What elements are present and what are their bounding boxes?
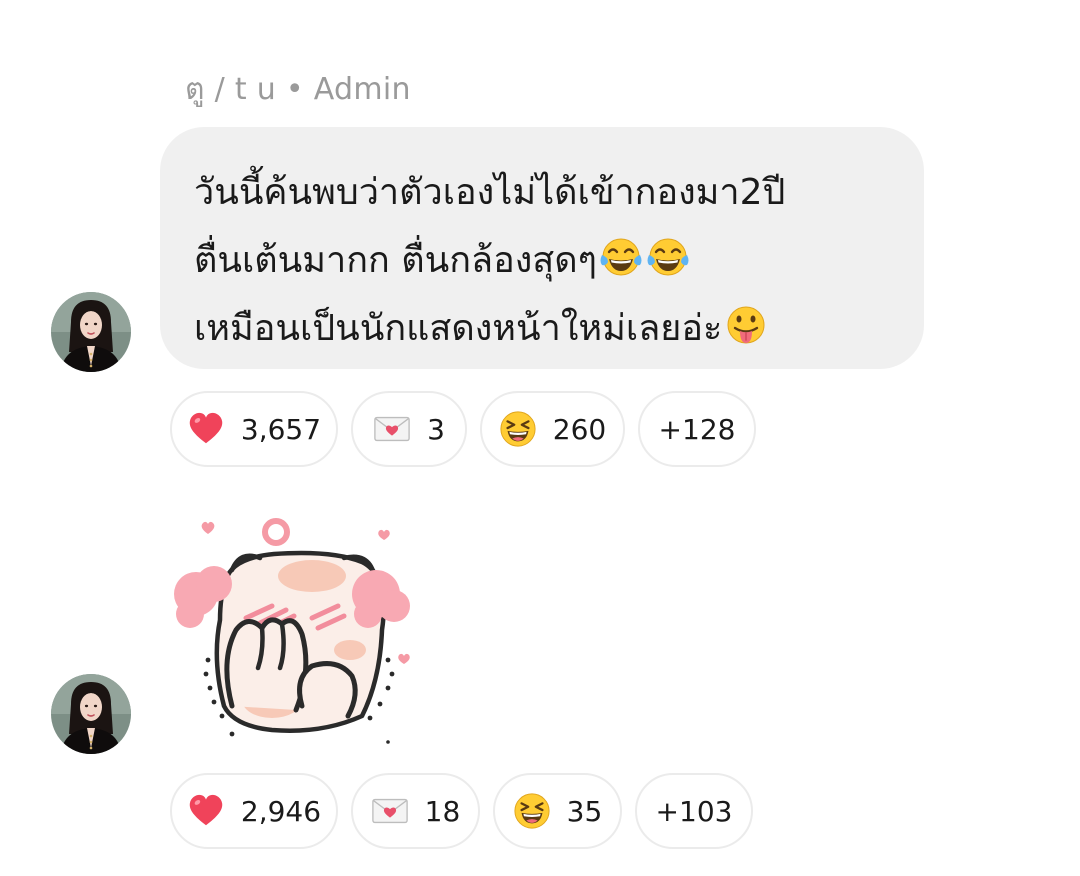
reaction-bar: 2,946 18 35 +103 <box>170 773 753 849</box>
more-reactions-count: +103 <box>655 794 733 828</box>
sender-role-badge: Admin <box>313 72 411 107</box>
message-line: เหมือนเป็นนักแสดงหน้าใหม่เลยอ่ะ <box>194 295 894 363</box>
love-letter-icon <box>373 410 411 448</box>
sender-avatar[interactable] <box>51 292 131 372</box>
reaction-heart-button[interactable]: 3,657 <box>170 391 338 467</box>
heart-icon <box>187 792 225 830</box>
reaction-laugh-button[interactable]: 260 <box>480 391 625 467</box>
more-reactions-button[interactable]: +103 <box>635 773 753 849</box>
reaction-count: 3,657 <box>240 412 322 446</box>
message-bubble[interactable]: วันนี้ค้นพบว่าตัวเองไม่ได้เข้ากองมา2ปี ต… <box>160 127 924 369</box>
blushing-cat-sticker[interactable] <box>162 510 422 750</box>
sender-meta: ตู / t u • Admin <box>185 66 411 113</box>
reaction-bar: 3,657 3 260 +128 <box>170 391 756 467</box>
reaction-laugh-button[interactable]: 35 <box>493 773 622 849</box>
love-letter-icon <box>371 792 409 830</box>
message-text: วันนี้ค้นพบว่าตัวเองไม่ได้เข้ากองมา2ปี <box>194 172 786 213</box>
reaction-love-letter-button[interactable]: 3 <box>351 391 467 467</box>
reaction-count: 18 <box>424 794 461 828</box>
face-with-tongue-icon <box>723 303 769 349</box>
sender-avatar[interactable] <box>51 674 131 754</box>
message-line: วันนี้ค้นพบว่าตัวเองไม่ได้เข้ากองมา2ปี <box>194 159 894 227</box>
more-reactions-button[interactable]: +128 <box>638 391 756 467</box>
more-reactions-count: +128 <box>658 412 736 446</box>
face-with-tears-of-joy-icon <box>598 235 644 281</box>
sender-name[interactable]: ตู / t u <box>185 72 276 107</box>
reaction-count: 2,946 <box>240 794 322 828</box>
reaction-count: 35 <box>566 794 603 828</box>
reaction-heart-button[interactable]: 2,946 <box>170 773 338 849</box>
heart-icon <box>187 410 225 448</box>
message-line: ตื่นเต้นมากก ตื่นกล้องสุดๆ <box>194 227 894 295</box>
reaction-love-letter-button[interactable]: 18 <box>351 773 480 849</box>
face-with-tears-of-joy-icon <box>645 235 691 281</box>
reaction-count: 3 <box>427 412 445 446</box>
grinning-squinting-face-icon <box>499 410 537 448</box>
grinning-squinting-face-icon <box>513 792 551 830</box>
previous-message-fragment <box>520 0 660 6</box>
separator-dot: • <box>285 72 304 107</box>
message-text: เหมือนเป็นนักแสดงหน้าใหม่เลยอ่ะ <box>194 308 723 349</box>
reaction-count: 260 <box>552 412 607 446</box>
message-text: ตื่นเต้นมากก ตื่นกล้องสุดๆ <box>194 240 597 281</box>
